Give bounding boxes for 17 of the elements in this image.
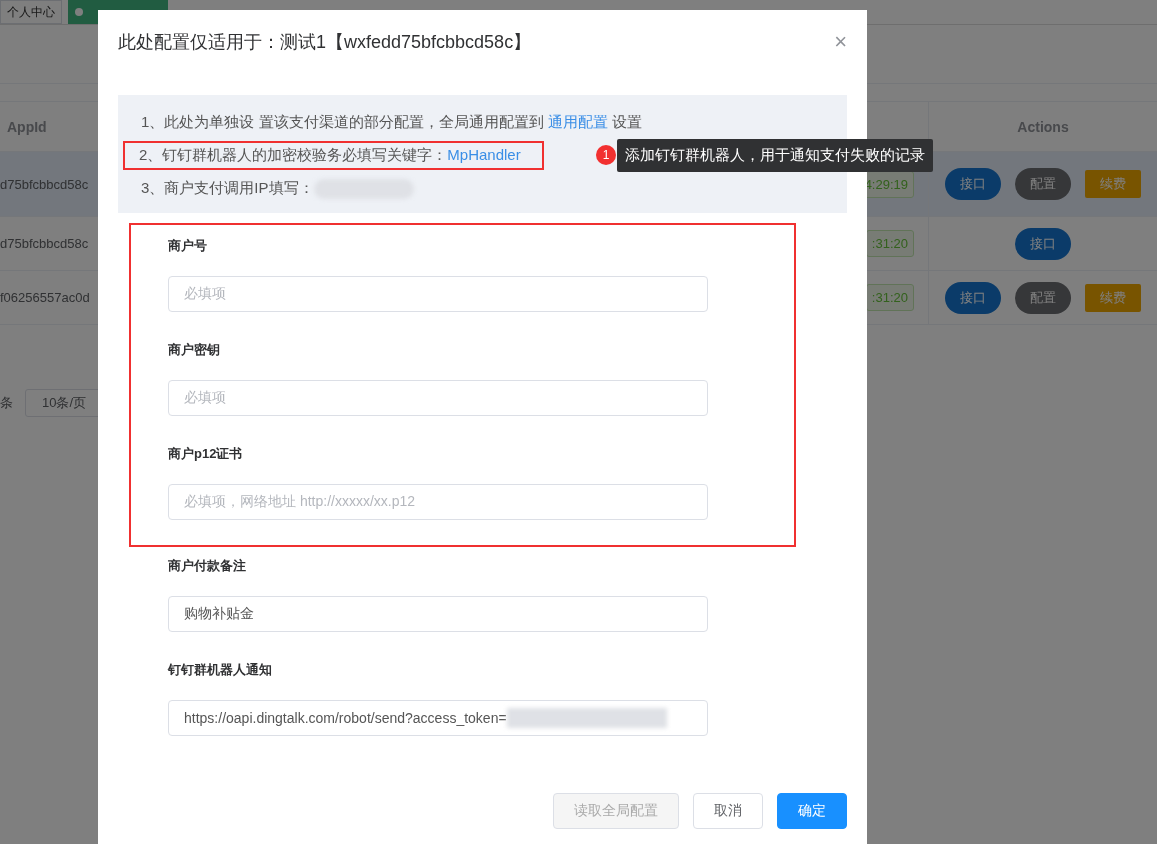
note-text: 3、商户支付调用IP填写： xyxy=(141,179,314,198)
table-cell: d75bfcbbcd58c xyxy=(0,236,89,251)
field-label: 商户付款备注 xyxy=(168,557,247,575)
time-tag: :31:20 xyxy=(865,284,914,311)
field-label: 商户p12证书 xyxy=(168,445,244,463)
table-cell: f06256557ac0d xyxy=(0,290,90,305)
annotation-tooltip: 添加钉钉群机器人，用于通知支付失败的记录 xyxy=(617,139,933,172)
field-label: 商户号 xyxy=(168,237,208,255)
field-label: 商户密钥 xyxy=(168,341,221,359)
total-label: 条 xyxy=(0,394,13,412)
marker-badge: 1 xyxy=(596,145,616,165)
note-text: 1、此处为单独设 置该支付渠道的部分配置，全局通用配置到 通用配置 设置 xyxy=(141,113,642,132)
time-tag: :31:20 xyxy=(865,230,914,257)
note-text: 2、钉钉群机器人的加密校验务必填写关键字：MpHandler xyxy=(125,143,542,168)
dialog-title: 此处配置仅适用于：测试1【wxfedd75bfcbbcd58c】 xyxy=(118,31,532,54)
table-cell: d75bfcbbcd58c xyxy=(0,176,89,192)
field-label: 钉钉群机器人通知 xyxy=(168,661,273,679)
